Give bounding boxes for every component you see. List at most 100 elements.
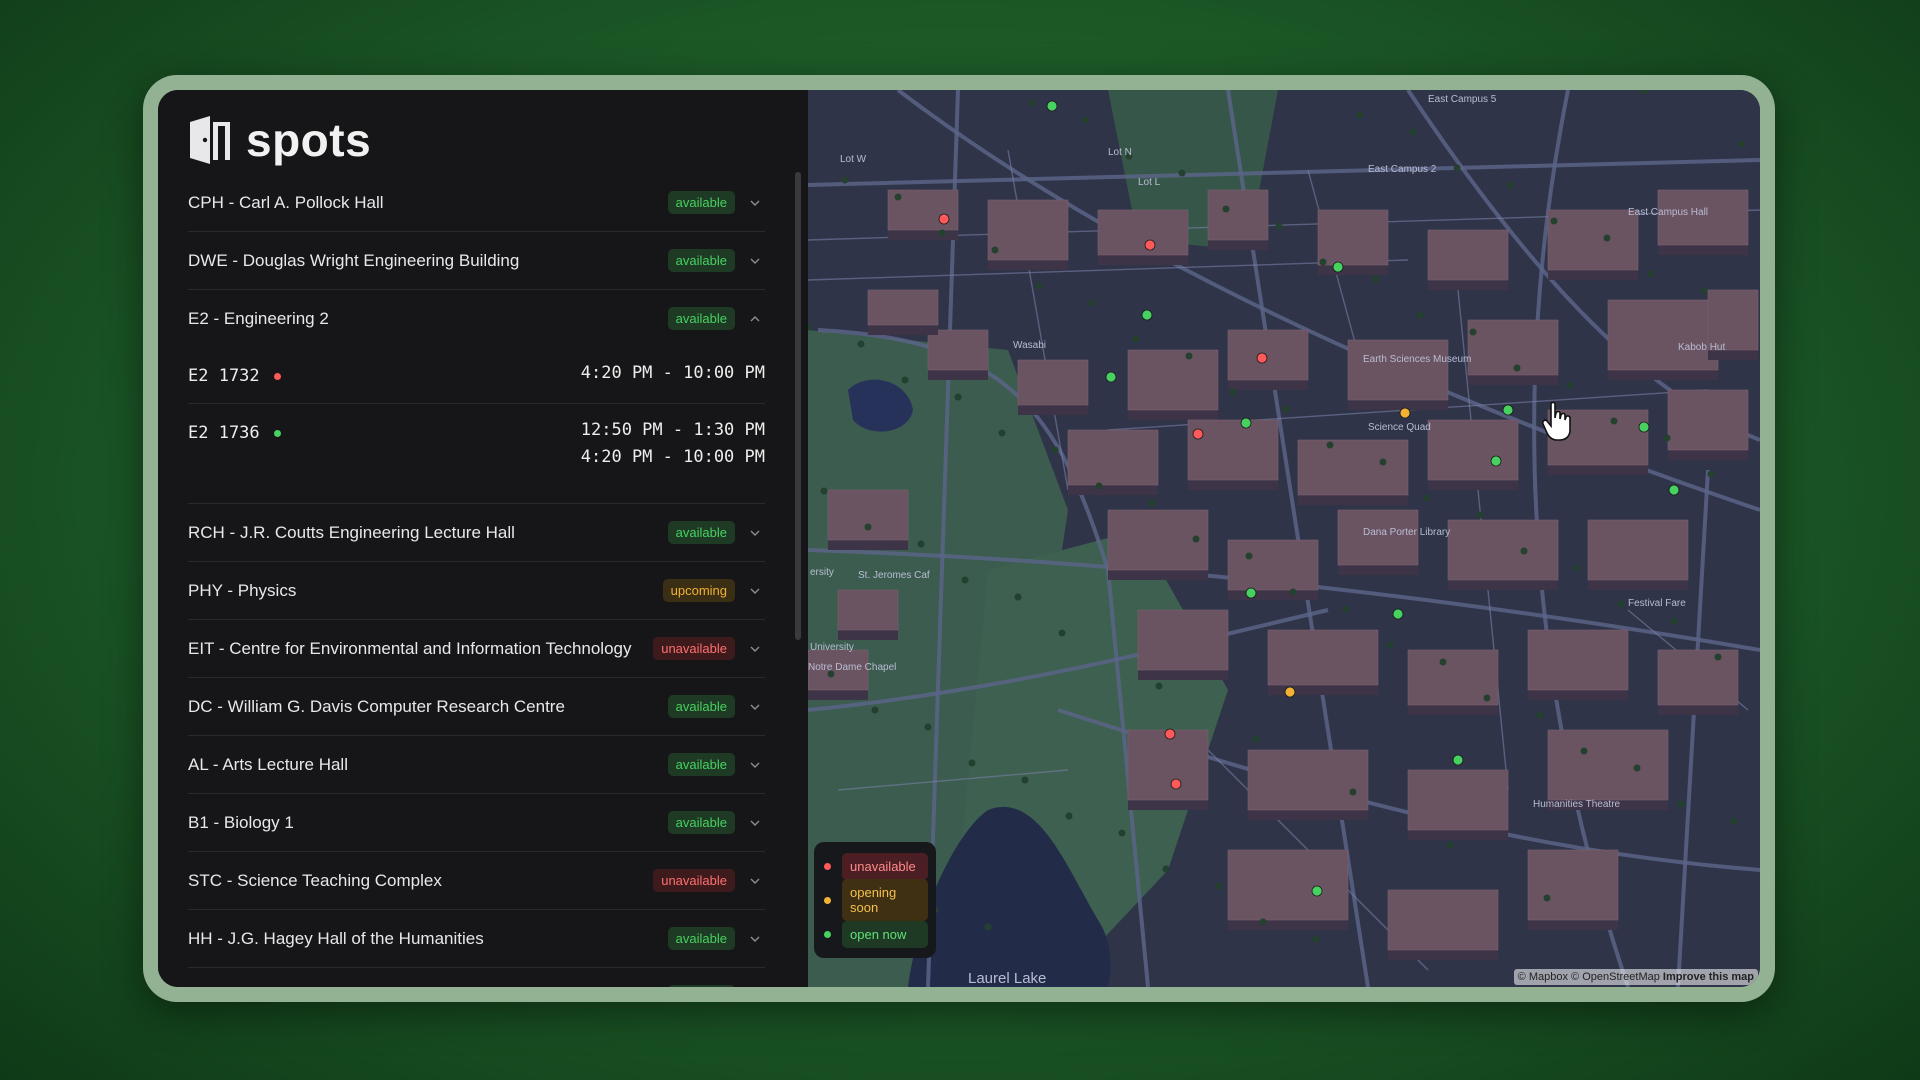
tree xyxy=(1663,434,1671,442)
legend-item: unavailable xyxy=(820,849,928,883)
tree xyxy=(841,176,849,184)
chevron-down-icon[interactable] xyxy=(745,523,765,543)
tree xyxy=(1409,128,1417,136)
building-row[interactable]: EIT - Centre for Environmental and Infor… xyxy=(188,620,765,678)
campus-building xyxy=(1607,299,1719,371)
map-status-marker xyxy=(1284,686,1296,698)
tree xyxy=(1506,181,1514,189)
chevron-down-icon[interactable] xyxy=(745,697,765,717)
building-row[interactable]: AL - Arts Lecture Hall available xyxy=(188,736,765,794)
campus-building xyxy=(1427,229,1509,281)
building-name: CPH - Carl A. Pollock Hall xyxy=(188,192,384,212)
campus-building xyxy=(1297,439,1409,496)
campus-building xyxy=(1227,539,1319,591)
building-row[interactable]: PHY - Physics upcoming xyxy=(188,562,765,620)
campus-building xyxy=(1707,289,1759,351)
map-place-label: East Campus 5 xyxy=(1428,94,1497,105)
mapbox-attribution[interactable]: © Mapbox xyxy=(1518,971,1568,983)
map-place-label: Festival Fare xyxy=(1628,598,1686,609)
building-row[interactable]: CPH - Carl A. Pollock Hall available xyxy=(188,174,765,232)
building-name: DWE - Douglas Wright Engineering Buildin… xyxy=(188,250,520,270)
map-attribution: © Mapbox © OpenStreetMap Improve this ma… xyxy=(1513,969,1758,985)
campus-building xyxy=(1267,629,1379,686)
building-row[interactable]: E2 - Engineering 2 available xyxy=(188,290,765,347)
tree xyxy=(864,523,872,531)
app-window: spots CPH - Carl A. Pollock Hall availabl… xyxy=(158,90,1760,987)
sidebar-scrollbar[interactable] xyxy=(795,172,801,640)
map-status-marker xyxy=(1192,428,1204,440)
campus-building xyxy=(1657,649,1739,706)
sidebar: spots CPH - Carl A. Pollock Hall availabl… xyxy=(158,90,808,987)
tree xyxy=(1319,258,1327,266)
tree xyxy=(1573,564,1581,572)
chevron-down-icon[interactable] xyxy=(745,929,765,949)
map-status-marker xyxy=(1141,309,1153,321)
chevron-down-icon[interactable] xyxy=(745,813,765,833)
chevron-down-icon[interactable] xyxy=(745,581,765,601)
tree xyxy=(1185,352,1193,360)
building-row[interactable]: DC - William G. Davis Computer Research … xyxy=(188,678,765,736)
tree xyxy=(1730,817,1738,825)
map-canvas[interactable]: East Campus 5 East Campus 2 East Campus Ha… xyxy=(808,90,1760,987)
legend-label: unavailable xyxy=(842,852,928,880)
building-list: CPH - Carl A. Pollock Hall available DWE -… xyxy=(188,174,765,987)
campus-building xyxy=(1667,389,1749,451)
tree xyxy=(1349,788,1357,796)
map-place-label: Humanities Theatre xyxy=(1533,799,1621,810)
improve-map-link[interactable]: Improve this map xyxy=(1663,971,1754,983)
building-row[interactable]: ML - Modern Languagesavailable xyxy=(188,968,765,987)
campus-building xyxy=(1447,519,1559,581)
room-status-dot xyxy=(273,430,281,437)
tree xyxy=(1603,234,1611,242)
map-status-marker xyxy=(1164,728,1176,740)
map-status-marker xyxy=(1392,608,1404,620)
tree xyxy=(961,576,969,584)
room-row[interactable]: E2 1736 12:50 PM - 1:30 PM 4:20 PM - 10:00… xyxy=(188,404,765,504)
map-status-marker xyxy=(1256,352,1268,364)
building-row[interactable]: RCH - J.R. Coutts Engineering Lecture Ha… xyxy=(188,504,765,562)
tree xyxy=(1088,299,1096,307)
tree xyxy=(1610,417,1618,425)
chevron-up-icon[interactable] xyxy=(745,309,765,329)
building-name: HH - J.G. Hagey Hall of the Humanities xyxy=(188,928,484,948)
tree xyxy=(938,229,946,237)
status-badge: unavailable xyxy=(653,637,735,660)
chevron-down-icon[interactable] xyxy=(745,639,765,659)
building-row[interactable]: DWE - Douglas Wright Engineering Buildin… xyxy=(188,232,765,290)
chevron-down-icon[interactable] xyxy=(745,755,765,775)
tree xyxy=(1192,535,1200,543)
building-name: PHY - Physics xyxy=(188,580,297,600)
map-status-marker xyxy=(1245,587,1257,599)
tree xyxy=(917,540,925,548)
chevron-down-icon[interactable] xyxy=(745,251,765,271)
map-status-marker xyxy=(1144,239,1156,251)
campus-building xyxy=(1527,629,1629,691)
tree xyxy=(1148,499,1156,507)
tree xyxy=(1670,617,1678,625)
chevron-down-icon[interactable] xyxy=(745,193,765,213)
chevron-down-icon[interactable] xyxy=(745,871,765,891)
tree xyxy=(1700,287,1708,295)
tree xyxy=(1222,205,1230,213)
tree xyxy=(1550,217,1558,225)
campus-map[interactable]: East Campus 5 East Campus 2 East Campus Ha… xyxy=(808,90,1760,987)
map-status-marker xyxy=(1399,407,1411,419)
osm-attribution[interactable]: © OpenStreetMap xyxy=(1571,971,1660,983)
building-row[interactable]: B1 - Biology 1 available xyxy=(188,794,765,852)
campus-building xyxy=(927,329,989,371)
legend-dot xyxy=(824,862,831,870)
logo[interactable]: spots xyxy=(188,110,371,170)
app-frame: spots CPH - Carl A. Pollock Hall availabl… xyxy=(143,75,1775,1002)
tree xyxy=(1252,735,1260,743)
room-row[interactable]: E2 1732 4:20 PM - 10:00 PM xyxy=(188,347,765,404)
tree xyxy=(1640,90,1648,95)
tree xyxy=(1229,388,1237,396)
building-row[interactable]: HH - J.G. Hagey Hall of the Humanities av… xyxy=(188,910,765,968)
map-place-label: Lot W xyxy=(840,154,867,165)
building-row[interactable]: STC - Science Teaching Complex unavailabl… xyxy=(188,852,765,910)
tree xyxy=(894,193,902,201)
building-name: EIT - Centre for Environmental and Infor… xyxy=(188,638,632,658)
campus-building xyxy=(1067,429,1159,486)
building-name: DC - William G. Davis Computer Research … xyxy=(188,696,565,716)
tree xyxy=(1513,364,1521,372)
